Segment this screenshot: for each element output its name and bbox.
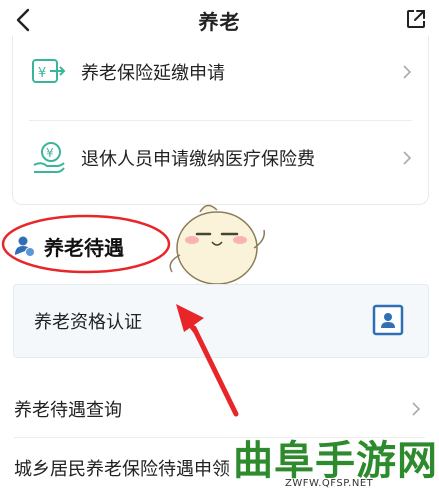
list-item-label: 养老待遇查询 (14, 400, 122, 421)
mascot-illustration (169, 204, 266, 288)
header-bar: 养老 (0, 0, 439, 40)
id-card-icon (372, 304, 404, 336)
page-title: 养老 (198, 10, 241, 34)
watermark: 曲阜手游网 ZWFW.QFSP.NET (227, 428, 439, 493)
svg-text:¥: ¥ (46, 146, 54, 160)
list-item-label: 退休人员申请缴纳医疗保险费 (81, 149, 315, 170)
card-label: 养老资格认证 (34, 312, 142, 333)
watermark-url: ZWFW.QFSP.NET (285, 478, 374, 489)
share-icon[interactable] (405, 8, 427, 30)
annotation-circle (1, 214, 171, 274)
chevron-right-icon (403, 65, 412, 79)
money-transfer-icon: ¥ (32, 59, 66, 83)
yuan-hand-icon: ¥ (33, 142, 65, 173)
list-item-label: 养老保险延缴申请 (81, 63, 225, 84)
list-item-label: 城乡居民养老保险待遇申领 (14, 459, 230, 480)
list-item-retiree-medical[interactable]: ¥ 退休人员申请缴纳医疗保险费 (13, 134, 428, 182)
list-item-deferred-payment[interactable]: ¥ 养老保险延缴申请 (13, 48, 428, 96)
svg-text:¥: ¥ (38, 66, 46, 81)
chevron-right-icon (412, 402, 421, 416)
divider (29, 120, 412, 121)
chevron-right-icon (403, 151, 412, 165)
services-card: ¥ 养老保险延缴申请 ¥ 退休人员申请缴纳医疗保险费 (12, 36, 429, 205)
